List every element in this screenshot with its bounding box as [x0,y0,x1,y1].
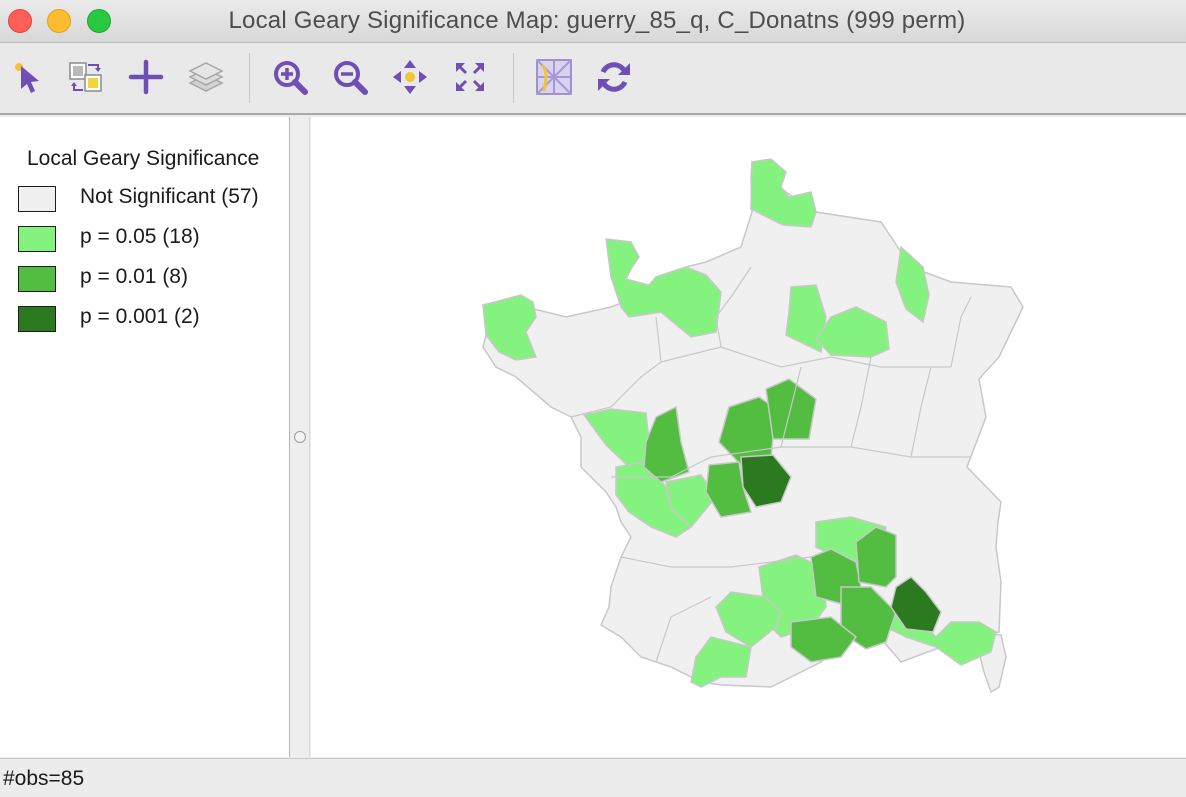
window-title: Local Geary Significance Map: guerry_85_… [228,7,966,34]
legend-item-p001[interactable]: p = 0.001 (2) [18,305,289,335]
legend-swatch [18,266,56,292]
legend-panel: Local Geary Significance Not Significant… [0,117,290,757]
legend-title: Local Geary Significance [27,147,260,170]
pane-splitter[interactable] [290,117,310,757]
observation-count: #obs=85 [3,767,85,790]
map-canvas[interactable] [311,117,1186,757]
add-layer-button[interactable] [126,57,166,97]
layers-icon [188,62,224,92]
select-tool-button[interactable] [8,57,48,97]
france-departments-map[interactable] [311,117,1186,757]
legend-label: Not Significant (57) [80,185,259,208]
invert-selection-icon [69,62,102,92]
zoom-in-icon [274,61,308,95]
layers-button[interactable] [186,57,226,97]
legend-label: p = 0.001 (2) [80,305,200,328]
legend-swatch [18,306,56,332]
status-bar: #obs=85 [0,758,1186,797]
legend-item-not-significant[interactable]: Not Significant (57) [18,185,289,215]
legend-swatch [18,226,56,252]
legend-item-p05[interactable]: p = 0.05 (18) [18,225,289,255]
pan-icon [393,60,427,94]
legend-label: p = 0.01 (8) [80,265,188,288]
legend-item-p01[interactable]: p = 0.01 (8) [18,265,289,295]
pan-button[interactable] [390,57,430,97]
select-arrow-icon [15,63,39,93]
legend-swatch [18,186,56,212]
zoom-out-icon [334,61,368,95]
invert-selection-button[interactable] [66,57,106,97]
toolbar [0,43,1186,115]
zoom-in-button[interactable] [270,57,310,97]
legend-label: p = 0.05 (18) [80,225,200,248]
full-extent-button[interactable] [450,57,490,97]
refresh-button[interactable] [594,57,634,97]
full-extent-icon [456,63,484,91]
title-bar: Local Geary Significance Map: guerry_85_… [0,0,1186,43]
refresh-icon [598,62,630,92]
basemap-icon [536,59,572,95]
splitter-grip[interactable] [294,431,306,443]
zoom-out-button[interactable] [330,57,370,97]
basemap-button[interactable] [534,57,574,97]
plus-icon [128,59,164,95]
